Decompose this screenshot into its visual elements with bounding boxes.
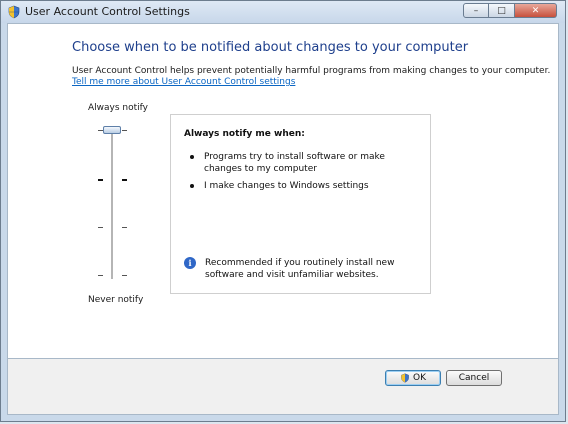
learn-more-link[interactable]: Tell me more about User Account Control … [72, 77, 295, 87]
button-bar: OK Cancel [7, 359, 559, 415]
slider-tick-right [122, 179, 127, 181]
ok-button[interactable]: OK [385, 370, 441, 386]
slider-tick-right [122, 227, 127, 228]
close-button[interactable]: ✕ [515, 3, 557, 18]
bullet-icon [190, 155, 194, 159]
maximize-button[interactable]: □ [489, 3, 515, 18]
slider-tick-left [98, 179, 103, 181]
slider-tick-left [98, 227, 103, 228]
minimize-button[interactable]: – [463, 3, 489, 18]
slider-tick-right [122, 275, 127, 276]
slider-top-label: Always notify [88, 103, 148, 113]
slider-thumb[interactable] [103, 126, 121, 134]
slider-bottom-label: Never notify [88, 295, 144, 305]
content-area: Choose when to be notified about changes… [7, 23, 559, 359]
uac-shield-icon [401, 373, 409, 383]
window-title: User Account Control Settings [25, 5, 190, 18]
uac-shield-icon [8, 5, 20, 19]
slider-tick-right [122, 130, 127, 131]
uac-settings-window: User Account Control Settings – □ ✕ Choo… [0, 0, 566, 422]
list-item: Programs try to install software or make… [190, 151, 419, 175]
bullet-text: Programs try to install software or make… [204, 152, 385, 174]
level-description-panel: Always notify me when: Programs try to i… [170, 114, 431, 294]
recommendation-text: Recommended if you routinely install new… [205, 258, 395, 280]
list-item: I make changes to Windows settings [190, 180, 419, 192]
slider-track[interactable] [111, 129, 113, 279]
title-bar[interactable]: User Account Control Settings – □ ✕ [1, 1, 565, 23]
bullet-icon [190, 184, 194, 188]
info-icon: i [184, 257, 196, 269]
panel-title: Always notify me when: [184, 129, 305, 139]
cancel-button[interactable]: Cancel [446, 370, 502, 386]
uac-description: User Account Control helps prevent poten… [72, 66, 551, 76]
bullet-text: I make changes to Windows settings [204, 181, 369, 191]
page-heading: Choose when to be notified about changes… [72, 40, 469, 55]
slider-tick-left [98, 275, 103, 276]
caption-buttons: – □ ✕ [463, 3, 557, 19]
ok-label: OK [413, 373, 426, 383]
